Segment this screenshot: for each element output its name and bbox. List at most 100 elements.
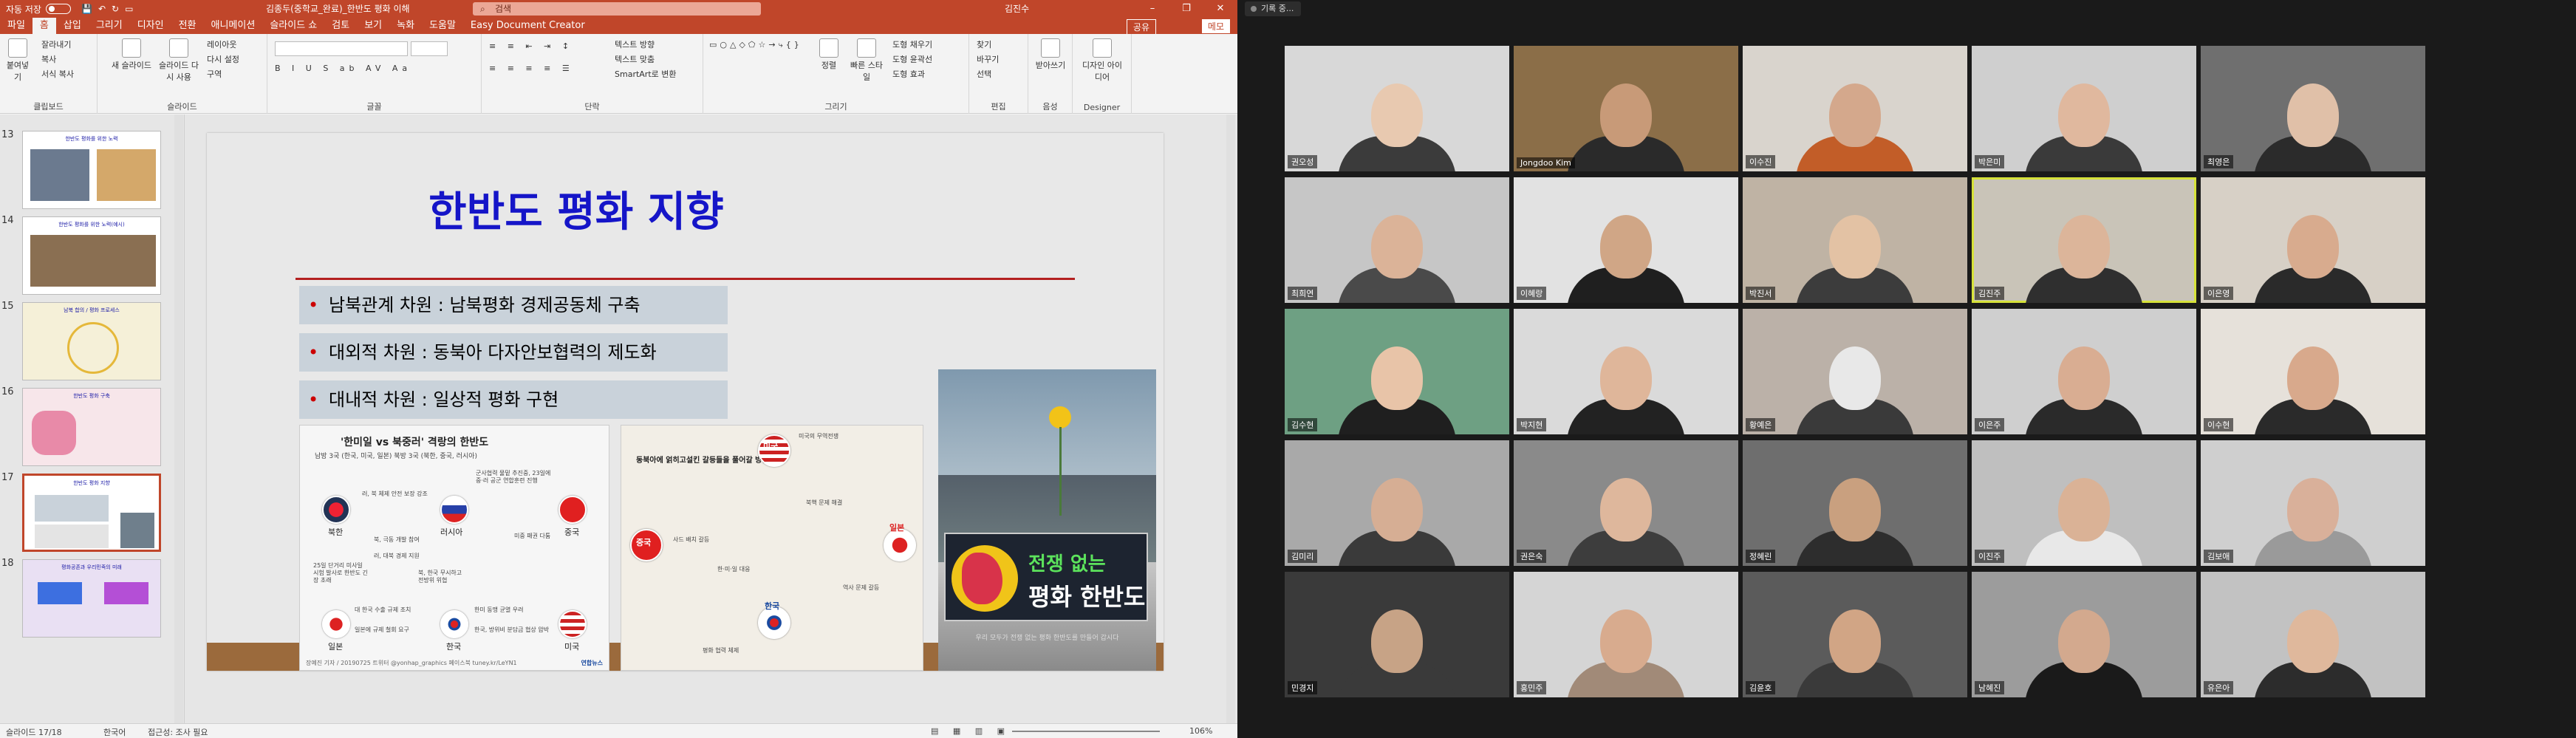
participant-tile[interactable]: 황예은 <box>1743 309 1967 434</box>
slide-thumbnail-16[interactable]: 한반도 평화 구축 <box>22 388 161 466</box>
accessibility-status[interactable]: 접근성: 조사 필요 <box>148 726 208 738</box>
participant-tile[interactable]: 홍민주 <box>1514 572 1738 697</box>
infographic-korean-peninsula[interactable]: '한미일 vs 북중러' 격랑의 한반도 남방 3국 (한국, 미국, 일본) … <box>299 425 609 671</box>
dictate-button[interactable]: 받아쓰기 <box>1034 38 1067 71</box>
slide-title[interactable]: 한반도 평화 지향 <box>207 179 946 239</box>
participant-tile[interactable]: 김윤호 <box>1743 572 1967 697</box>
participant-tile[interactable]: Jongdoo Kim <box>1514 46 1738 171</box>
participant-tile[interactable]: 김보애 <box>2201 440 2425 566</box>
participant-tile[interactable]: 최희연 <box>1285 177 1509 303</box>
font-style-buttons[interactable]: B I U S ab AV Aa <box>275 64 411 73</box>
format-painter-button[interactable]: 서식 복사 <box>41 68 74 80</box>
participant-tile[interactable]: 이은주 <box>1972 309 2196 434</box>
autosave-toggle[interactable] <box>45 4 71 14</box>
find-button[interactable]: 찾기 <box>977 38 991 50</box>
zoom-level[interactable]: 106% <box>1189 726 1212 736</box>
bullet-item-3[interactable]: 대내적 차원 : 일상적 평화 구현 <box>299 380 728 419</box>
font-size-field[interactable] <box>411 41 448 56</box>
close-button[interactable]: ✕ <box>1203 0 1237 18</box>
bullet-item-2[interactable]: 대외적 차원 : 동북아 다자안보협력의 제도화 <box>299 333 728 372</box>
design-ideas-button[interactable]: 디자인 아이디어 <box>1080 38 1124 83</box>
participant-tile[interactable]: 유은아 <box>2201 572 2425 697</box>
tab-transitions[interactable]: 전환 <box>171 18 204 34</box>
tab-file[interactable]: 파일 <box>0 18 33 34</box>
copy-button[interactable]: 복사 <box>41 53 56 65</box>
align-buttons[interactable]: ≡ ≡ ≡ ≡ ☰ <box>489 64 574 73</box>
select-button[interactable]: 선택 <box>977 68 991 80</box>
participant-tile[interactable]: 이혜랑 <box>1514 177 1738 303</box>
participant-tile[interactable]: 김진주 <box>1972 177 2196 303</box>
font-name-field[interactable] <box>275 41 408 56</box>
participant-tile[interactable]: 권오성 <box>1285 46 1509 171</box>
tab-review[interactable]: 검토 <box>324 18 357 34</box>
layout-button[interactable]: 레이아웃 <box>207 38 236 50</box>
section-button[interactable]: 구역 <box>207 68 222 80</box>
participant-tile[interactable]: 박지현 <box>1514 309 1738 434</box>
reuse-slide-button[interactable]: 슬라이드 다시 사용 <box>157 38 201 83</box>
participant-tile[interactable]: 이진주 <box>1972 440 2196 566</box>
thumbnails-scrollbar[interactable] <box>174 115 183 723</box>
shape-fill-button[interactable]: 도형 채우기 <box>892 38 932 50</box>
search-input[interactable]: ⌕ 검색 <box>473 2 761 16</box>
shape-effects-button[interactable]: 도형 효과 <box>892 68 925 80</box>
list-buttons[interactable]: ≡ ≡ ⇤ ⇥ ↕ <box>489 41 573 51</box>
shapes-gallery[interactable]: ▭○△◇⬠☆→⤷{} <box>709 40 802 50</box>
tab-animations[interactable]: 애니메이션 <box>204 18 263 34</box>
tab-slideshow[interactable]: 슬라이드 쇼 <box>262 18 324 34</box>
participant-tile[interactable]: 민경지 <box>1285 572 1509 697</box>
tab-home[interactable]: 홈 <box>32 18 56 34</box>
participant-tile[interactable]: 김수현 <box>1285 309 1509 434</box>
canvas-scrollbar[interactable] <box>1226 115 1235 723</box>
shape-outline-button[interactable]: 도형 윤곽선 <box>892 53 932 65</box>
slide-thumbnail-18[interactable]: 평화공존과 우리민족의 미래 <box>22 559 161 638</box>
present-icon[interactable]: ▭ <box>125 4 133 14</box>
participant-tile[interactable]: 김미리 <box>1285 440 1509 566</box>
bullet-item-1[interactable]: 남북관계 차원 : 남북평화 경제공동체 구축 <box>299 286 728 324</box>
tab-draw[interactable]: 그리기 <box>89 18 130 34</box>
tab-view[interactable]: 보기 <box>357 18 389 34</box>
recording-indicator[interactable]: 기록 중... <box>1245 1 1302 16</box>
cut-button[interactable]: 잘라내기 <box>41 38 71 50</box>
autosave[interactable]: 자동 저장 <box>6 3 71 16</box>
arrange-button[interactable]: 정렬 <box>814 38 844 71</box>
participant-tile[interactable]: 박진서 <box>1743 177 1967 303</box>
peace-photo[interactable]: 전쟁 없는 평화 한반도 우리 모두가 전쟁 없는 평화 한반도를 만들어 갑시… <box>938 369 1156 671</box>
reset-button[interactable]: 다시 설정 <box>207 53 239 65</box>
new-slide-button[interactable]: 새 슬라이드 <box>109 38 154 71</box>
participant-tile[interactable]: 이은영 <box>2201 177 2425 303</box>
slide-thumbnail-13[interactable]: 한반도 평화를 위한 노력 <box>22 131 161 209</box>
current-slide[interactable]: 한반도 평화 지향 남북관계 차원 : 남북평화 경제공동체 구축 대외적 차원… <box>207 133 1164 671</box>
comments-button[interactable]: 메모 <box>1201 19 1230 33</box>
slide-thumbnail-15[interactable]: 남북 합의 / 평화 프로세스 <box>22 302 161 380</box>
minimize-button[interactable]: – <box>1135 0 1169 18</box>
view-buttons[interactable]: ▤ ▦ ▥ ▣ <box>931 726 1011 736</box>
redo-icon[interactable]: ↻ <box>112 4 119 14</box>
language-indicator[interactable]: 한국어 <box>103 726 126 738</box>
infographic-northeast-asia[interactable]: 동북아에 얽히고설킨 갈등들을 풀어갈 방법 미국 중국 일본 한국 미국의 무… <box>621 425 923 671</box>
paste-button[interactable]: 붙여넣기 <box>3 38 33 83</box>
participant-tile[interactable]: 이수현 <box>2201 309 2425 434</box>
tab-help[interactable]: 도움말 <box>422 18 463 34</box>
participant-tile[interactable]: 권은숙 <box>1514 440 1738 566</box>
save-icon[interactable]: 💾 <box>81 4 92 14</box>
align-text-button[interactable]: 텍스트 맞춤 <box>615 53 655 65</box>
restore-button[interactable]: ❐ <box>1169 0 1203 18</box>
replace-button[interactable]: 바꾸기 <box>977 53 999 65</box>
slide-thumbnail-17[interactable]: 한반도 평화 지향 <box>22 474 161 552</box>
share-button[interactable]: 공유 <box>1126 19 1156 35</box>
undo-icon[interactable]: ↶ <box>98 4 106 14</box>
tab-insert[interactable]: 삽입 <box>56 18 89 34</box>
participant-tile[interactable]: 이수진 <box>1743 46 1967 171</box>
text-direction-button[interactable]: 텍스트 방향 <box>615 38 655 50</box>
participant-tile[interactable]: 박은미 <box>1972 46 2196 171</box>
participant-tile[interactable]: 정혜린 <box>1743 440 1967 566</box>
account-name[interactable]: 김진수 <box>1005 0 1029 18</box>
zoom-slider[interactable] <box>1012 731 1160 732</box>
slide-thumbnail-14[interactable]: 한반도 평화를 위한 노력(예시) <box>22 216 161 295</box>
tab-design[interactable]: 디자인 <box>130 18 171 34</box>
smartart-button[interactable]: SmartArt로 변환 <box>615 68 677 80</box>
tab-record[interactable]: 녹화 <box>389 18 422 34</box>
tab-easy-document-creator[interactable]: Easy Document Creator <box>463 18 592 34</box>
participant-tile[interactable]: 남혜진 <box>1972 572 2196 697</box>
participant-tile[interactable]: 최영은 <box>2201 46 2425 171</box>
